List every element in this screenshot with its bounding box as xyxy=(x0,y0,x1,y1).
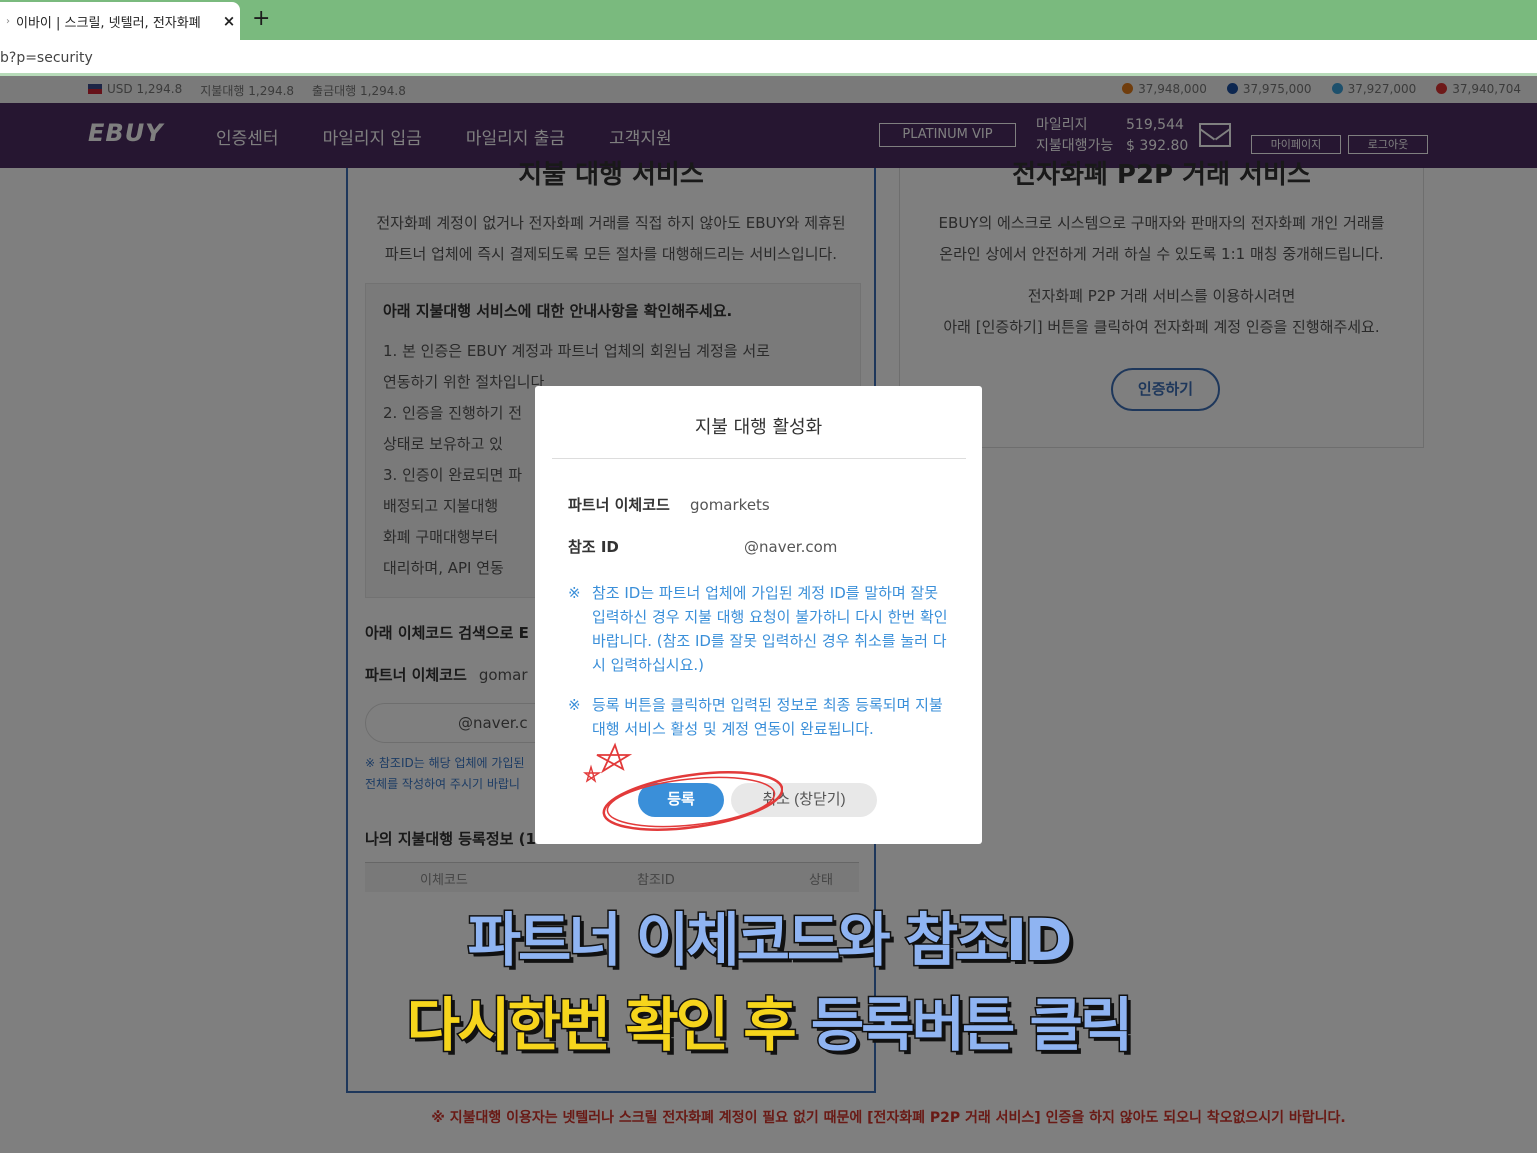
url-text: b?p=security xyxy=(0,50,93,66)
caption-line-1: 파트너 이체코드와 참조ID xyxy=(466,905,1074,976)
tab-close-icon[interactable]: × xyxy=(218,12,240,30)
browser-tab-bar: › 이바이 | 스크릴, 넷텔러, 전자화폐 × + xyxy=(0,0,1537,40)
highlight-circle-annotation xyxy=(583,742,783,831)
caption-line-2-part-2: 등록버튼 클릭 xyxy=(809,990,1134,1061)
new-tab-button[interactable]: + xyxy=(252,6,270,31)
browser-tab[interactable]: › 이바이 | 스크릴, 넷텔러, 전자화폐 × xyxy=(0,2,240,40)
modal-reference-label: 참조 ID xyxy=(568,538,619,556)
modal-reference-row: 참조 ID @naver.com xyxy=(568,536,837,557)
modal-partner-row: 파트너 이체코드 gomarkets xyxy=(568,494,770,515)
activation-modal: 지불 대행 활성화 파트너 이체코드 gomarkets 참조 ID @naver.… xyxy=(535,386,982,844)
modal-title: 지불 대행 활성화 xyxy=(694,417,823,438)
modal-divider xyxy=(552,458,966,459)
caption-line-2-part-1: 다시한번 확인 후 xyxy=(405,990,811,1061)
modal-note-register: ※ 등록 버튼을 클릭하면 입력된 정보로 최종 등록되며 지불대행 서비스 활성… xyxy=(568,696,943,738)
modal-note-reference: ※ 참조 ID는 파트너 업체에 가입된 계정 ID를 말하며 잘못 입력하신 경… xyxy=(568,584,948,674)
address-bar[interactable]: b?p=security xyxy=(0,40,1537,76)
modal-partner-value: gomarkets xyxy=(690,496,770,514)
modal-reference-value: @naver.com xyxy=(744,538,838,556)
caption-line-2: 다시한번 확인 후 등록버튼 클릭 xyxy=(0,978,1537,1062)
modal-partner-label: 파트너 이체코드 xyxy=(568,496,670,514)
tab-title: 이바이 | 스크릴, 넷텔러, 전자화폐 xyxy=(16,15,201,31)
tab-favicon-icon: › xyxy=(6,15,10,27)
